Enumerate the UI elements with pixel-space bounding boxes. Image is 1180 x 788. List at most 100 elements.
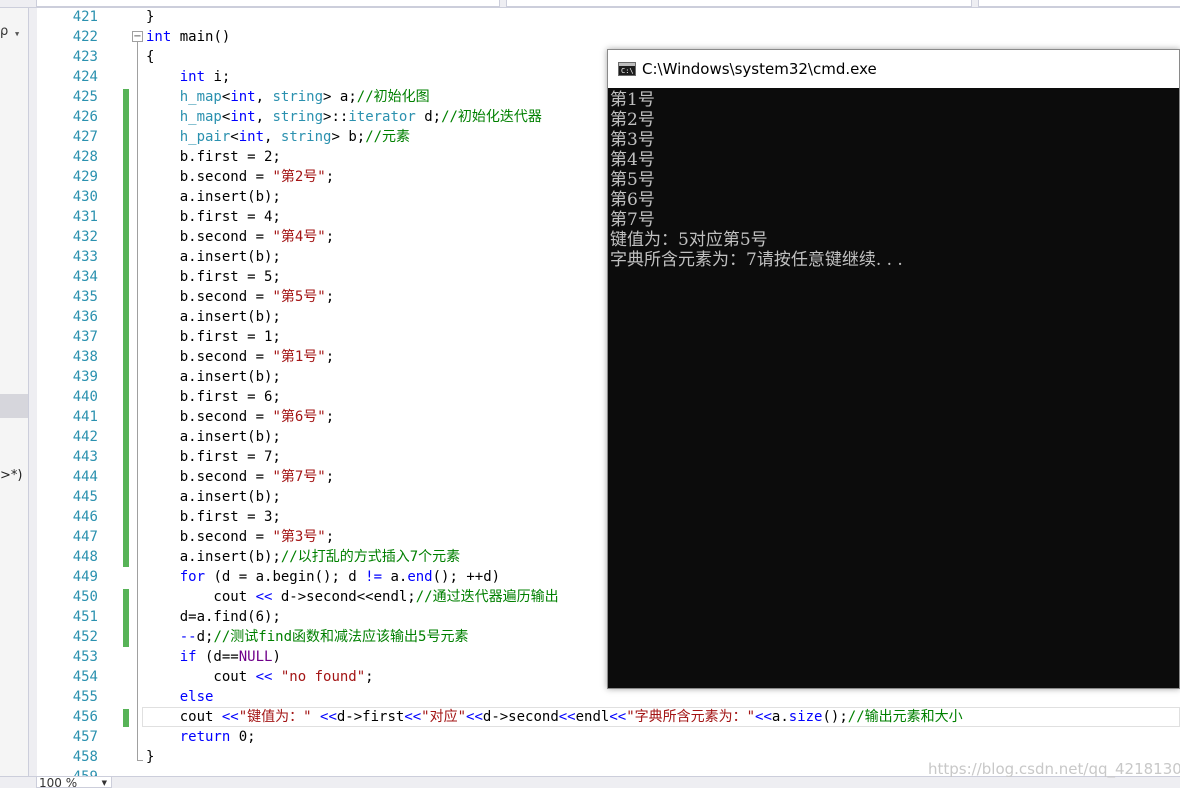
code-line[interactable]: b.first = 1; (146, 327, 281, 347)
code-token: cout (146, 589, 256, 605)
console-window[interactable]: C:\ C:\Windows\system32\cmd.exe 第1号 第2号 第3… (607, 49, 1180, 689)
scope-dropdown[interactable] (506, 0, 972, 7)
code-line[interactable]: } (146, 747, 154, 767)
code-line[interactable]: cout <<"键值为：" <<d->first<<"对应"<<d->secon… (146, 707, 963, 727)
code-token: "键值为：" (238, 709, 312, 725)
code-token: int (238, 129, 265, 145)
code-line[interactable]: b.first = 3; (146, 507, 281, 527)
console-line: 键值为：5对应第5号 (610, 230, 768, 250)
code-line[interactable]: h_map<int, string>::iterator d;//初始化迭代器 (146, 107, 542, 127)
code-line[interactable]: --d;//测试find函数和减法应该输出5号元素 (146, 627, 469, 647)
collapse-icon[interactable]: − (132, 31, 143, 42)
code-token: << (558, 709, 576, 725)
code-line[interactable]: b.first = 2; (146, 147, 281, 167)
code-token: //以打乱的方式插入7个元素 (280, 549, 461, 565)
code-line[interactable]: if (d==NULL) (146, 647, 281, 667)
outline-guide (137, 42, 138, 760)
code-line[interactable]: a.insert(b); (146, 487, 281, 507)
code-line[interactable]: cout << d->second<<endl;//通过迭代器遍历输出 (146, 587, 558, 607)
code-token: int (146, 29, 172, 45)
code-token: d; (196, 629, 214, 645)
console-line: 第7号 (610, 210, 655, 230)
selected-panel-item[interactable] (0, 394, 28, 418)
code-line[interactable]: a.insert(b); (146, 427, 281, 447)
code-line[interactable]: b.first = 4; (146, 207, 281, 227)
line-number: 437 (72, 329, 98, 345)
line-number: 424 (72, 69, 98, 85)
line-number: 427 (72, 129, 98, 145)
code-token: "第1号" (272, 349, 326, 365)
code-token: b.second = (146, 229, 273, 245)
search-icon[interactable]: ρ (0, 24, 8, 39)
code-token: d=a.find(6); (146, 609, 281, 625)
tab-file[interactable] (36, 0, 500, 7)
code-line[interactable]: b.second = "第3号"; (146, 527, 334, 547)
code-line[interactable]: cout << "no found"; (146, 667, 373, 687)
code-line[interactable]: int main() (146, 27, 230, 47)
code-token: "第7号" (272, 469, 326, 485)
chevron-down-icon[interactable]: ▼ (15, 30, 19, 38)
code-token: b.second = (146, 409, 273, 425)
code-token: //初始化图 (356, 89, 430, 105)
code-line[interactable]: a.insert(b); (146, 247, 281, 267)
code-token: "第2号" (272, 169, 326, 185)
code-line[interactable]: b.second = "第2号"; (146, 167, 334, 187)
code-token: cout (146, 709, 222, 725)
console-title-bar[interactable]: C:\ C:\Windows\system32\cmd.exe (608, 50, 1179, 88)
line-number: 454 (72, 669, 98, 685)
code-token: "第3号" (272, 529, 326, 545)
change-marker (123, 709, 129, 727)
code-line[interactable]: a.insert(b); (146, 367, 281, 387)
zoom-dropdown[interactable]: 100 % ▼ (36, 777, 112, 788)
code-line[interactable]: d=a.find(6); (146, 607, 281, 627)
code-token: ; (325, 229, 335, 245)
code-token: (); ++d) (432, 569, 501, 585)
code-line[interactable]: b.second = "第4号"; (146, 227, 334, 247)
line-number: 435 (72, 289, 98, 305)
console-output: 第1号 第2号 第3号 第4号 第5号 第6号 第7号 键值为：5对应第5号 字典所含元素为：7… (610, 90, 903, 270)
code-line[interactable]: b.second = "第1号"; (146, 347, 334, 367)
code-token: string (280, 129, 332, 145)
code-line[interactable]: { (146, 47, 154, 67)
code-token: b.second = (146, 349, 273, 365)
member-dropdown[interactable] (978, 0, 1180, 7)
code-token: if (179, 649, 197, 665)
editor-margin (29, 8, 37, 776)
code-line[interactable]: else (146, 687, 214, 707)
code-line[interactable]: a.insert(b); (146, 187, 281, 207)
code-line[interactable]: b.first = 6; (146, 387, 281, 407)
line-number: 440 (72, 389, 98, 405)
code-line[interactable]: b.second = "第5号"; (146, 287, 334, 307)
code-line[interactable]: b.second = "第6号"; (146, 407, 334, 427)
code-token: << (221, 709, 239, 725)
code-token: (d== (196, 649, 239, 665)
code-line[interactable]: b.first = 5; (146, 267, 281, 287)
line-number: 436 (72, 309, 98, 325)
code-line[interactable]: a.insert(b); (146, 307, 281, 327)
code-line[interactable]: b.second = "第7号"; (146, 467, 334, 487)
code-line[interactable]: return 0; (146, 727, 256, 747)
console-line: 第1号 (610, 90, 655, 110)
code-line[interactable]: } (146, 7, 154, 27)
code-token: > b; (331, 129, 366, 145)
line-number: 458 (72, 749, 98, 765)
code-token: "no found" (280, 669, 366, 685)
code-line[interactable]: b.first = 7; (146, 447, 281, 467)
code-token: //测试find函数和减法应该输出5号元素 (213, 629, 469, 645)
code-line[interactable]: h_pair<int, string> b;//元素 (146, 127, 410, 147)
code-token: int (230, 109, 256, 125)
console-icon: C:\ (618, 62, 636, 76)
code-line[interactable]: a.insert(b);//以打乱的方式插入7个元素 (146, 547, 460, 567)
code-token: a.insert(b); (146, 489, 281, 505)
code-token: "第5号" (272, 289, 326, 305)
code-line[interactable]: int i; (146, 67, 231, 87)
left-tool-panel: ρ ▼ >*) (0, 8, 29, 776)
code-line[interactable]: h_map<int, string> a;//初始化图 (146, 87, 430, 107)
line-number: 453 (72, 649, 98, 665)
code-line[interactable]: for (d = a.begin(); d != a.end(); ++d) (146, 567, 500, 587)
